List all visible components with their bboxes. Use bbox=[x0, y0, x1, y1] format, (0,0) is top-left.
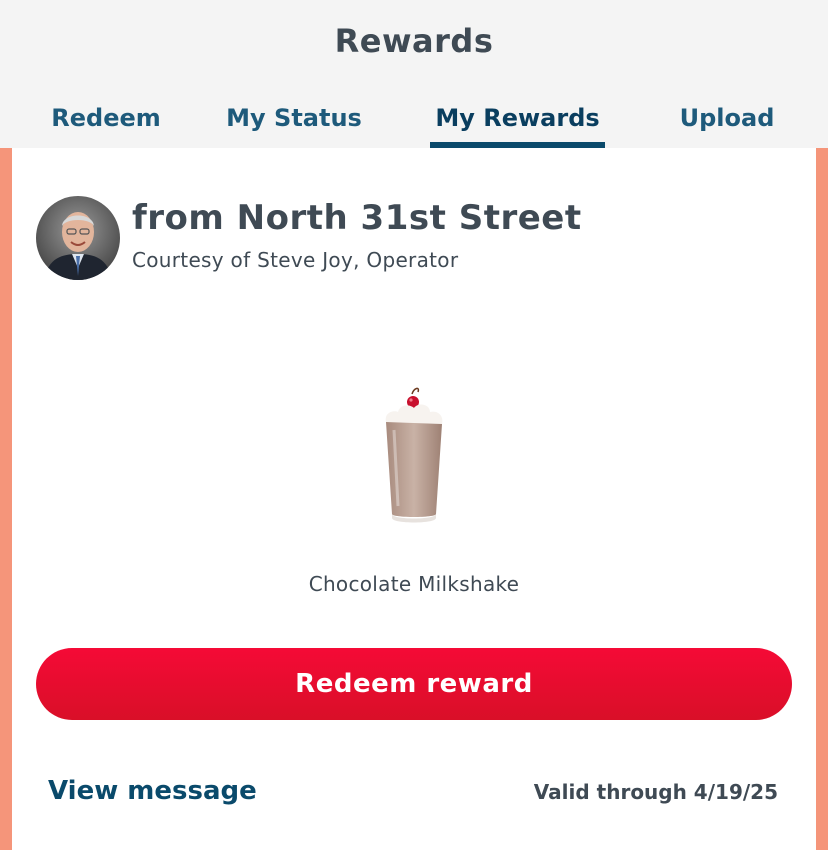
reward-location: from North 31st Street bbox=[132, 198, 582, 238]
tab-redeem[interactable]: Redeem bbox=[36, 100, 176, 148]
view-message-link[interactable]: View message bbox=[48, 776, 257, 806]
tab-redeem-label: Redeem bbox=[51, 104, 161, 132]
valid-through-text: Valid through 4/19/25 bbox=[533, 780, 778, 804]
reward-item-name: Chocolate Milkshake bbox=[308, 572, 520, 596]
page-title: Rewards bbox=[334, 22, 494, 60]
tab-my-rewards[interactable]: My Rewards (1) bbox=[430, 100, 605, 168]
reward-card: from North 31st Street Courtesy of Steve… bbox=[12, 148, 816, 850]
operator-avatar bbox=[36, 196, 120, 280]
reward-card-border: from North 31st Street Courtesy of Steve… bbox=[0, 148, 828, 850]
redeem-reward-button[interactable]: Redeem reward bbox=[36, 648, 792, 720]
header: Rewards Redeem My Status My Rewards (1) … bbox=[0, 0, 828, 168]
tab-upload-label: Upload bbox=[679, 104, 775, 132]
tab-my-status[interactable]: My Status bbox=[224, 100, 364, 148]
reward-courtesy: Courtesy of Steve Joy, Operator bbox=[132, 248, 459, 272]
milkshake-icon bbox=[382, 386, 446, 526]
tab-my-status-label: My Status bbox=[226, 104, 362, 132]
tab-upload[interactable]: Upload bbox=[672, 100, 782, 148]
tab-bar: Redeem My Status My Rewards (1) Upload bbox=[0, 100, 828, 168]
operator-photo-icon bbox=[36, 196, 120, 280]
